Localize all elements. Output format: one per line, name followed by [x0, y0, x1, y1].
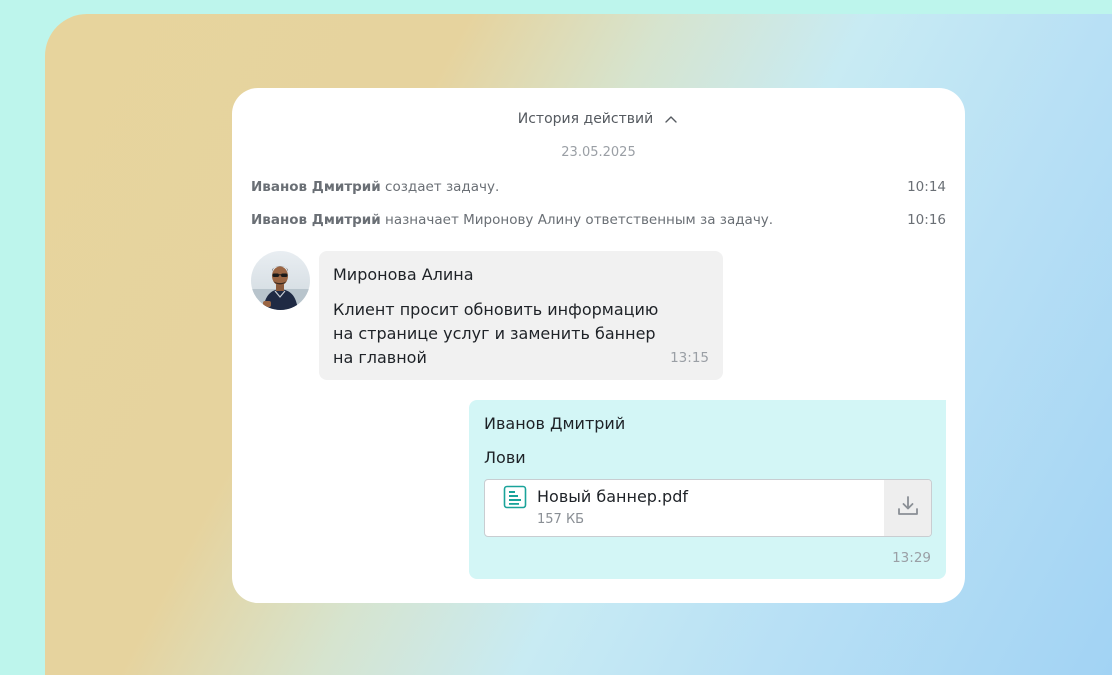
message-time: 13:15 — [670, 350, 709, 366]
history-entry: Иванов Дмитрий создает задачу. 10:14 — [251, 178, 946, 196]
download-icon — [896, 494, 920, 522]
avatar[interactable] — [251, 251, 310, 310]
message-line: на главной — [333, 348, 427, 367]
date-separator: 23.05.2025 — [561, 145, 636, 160]
history-entry-actor: Иванов Дмитрий — [251, 179, 381, 195]
message-text: Клиент просит обновить информацию на стр… — [333, 298, 673, 370]
history-entry-action: назначает Миронову Алину ответственным з… — [385, 212, 774, 228]
history-entry-text: Иванов Дмитрий назначает Миронову Алину … — [251, 211, 773, 229]
message-author: Иванов Дмитрий — [484, 414, 626, 433]
message-text: Лови — [484, 448, 526, 467]
message-line: на странице услуг и заменить баннер — [333, 324, 656, 343]
download-button[interactable] — [884, 480, 931, 536]
file-attachment[interactable]: Новый баннер.pdf 157 КБ — [484, 479, 932, 537]
outgoing-message[interactable]: Иванов Дмитрий Лови Новый баннер.pdf 157… — [469, 400, 946, 579]
file-name[interactable]: Новый баннер.pdf — [537, 487, 688, 506]
message-author: Миронова Алина — [333, 265, 474, 284]
history-entry-text: Иванов Дмитрий создает задачу. — [251, 178, 499, 196]
history-entry-action: создает задачу. — [385, 179, 500, 195]
history-entry-actor: Иванов Дмитрий — [251, 212, 381, 228]
history-entry-time: 10:16 — [907, 212, 946, 228]
chevron-up-icon — [663, 112, 679, 128]
history-entry-time: 10:14 — [907, 179, 946, 195]
document-icon — [503, 485, 527, 509]
message-line: Клиент просит обновить информацию — [333, 300, 659, 319]
history-entry: Иванов Дмитрий назначает Миронову Алину … — [251, 211, 946, 229]
message-time: 13:29 — [892, 550, 931, 566]
history-title: История действий — [517, 111, 654, 127]
incoming-message[interactable]: Миронова Алина Клиент просит обновить ин… — [319, 251, 723, 380]
history-toggle[interactable]: История действий — [232, 109, 965, 129]
file-size: 157 КБ — [537, 512, 585, 527]
